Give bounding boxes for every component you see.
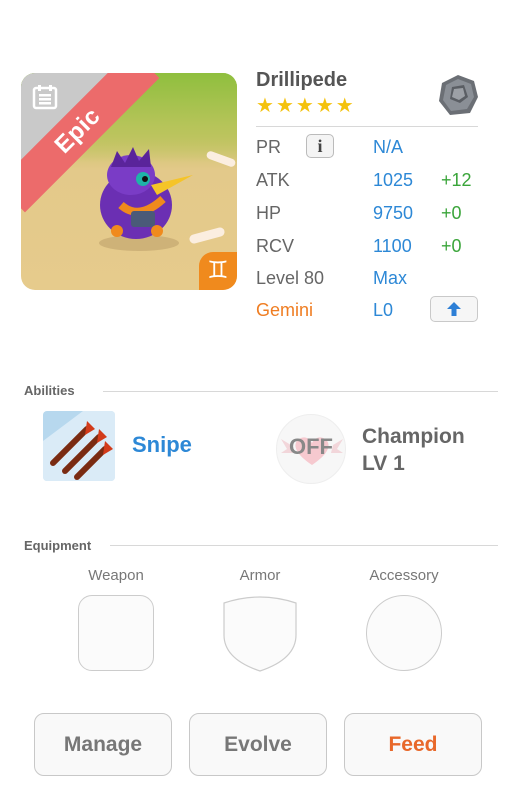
stats-divider	[256, 126, 478, 127]
leader-skill-status: OFF	[289, 434, 333, 459]
pr-label: PR	[256, 137, 282, 157]
gemini-zodiac-icon: ♊	[199, 252, 237, 290]
armor-label: Armor	[239, 567, 281, 584]
atk-label: ATK	[256, 170, 290, 190]
level-label: Level 80	[256, 268, 325, 288]
leader-skill-title: Champion	[362, 425, 465, 448]
abilities-divider	[103, 391, 498, 392]
active-skill-name[interactable]: Snipe	[132, 432, 192, 458]
armor-slot[interactable]	[222, 595, 298, 673]
feed-button[interactable]: Feed	[344, 713, 482, 776]
info-button[interactable]: i	[306, 134, 334, 158]
weapon-label: Weapon	[88, 567, 144, 584]
card-type-icon	[32, 85, 58, 110]
rcv-label: RCV	[256, 236, 295, 256]
arrow-up-icon	[447, 302, 461, 316]
star-icon: ★	[275, 95, 294, 117]
level-value: Max	[373, 268, 408, 288]
equipment-title: Equipment	[24, 538, 92, 553]
leader-skill-name[interactable]: Champion LV 1	[362, 423, 465, 477]
hp-value: 9750	[373, 203, 414, 223]
rcv-value: 1100	[373, 236, 412, 256]
accessory-label: Accessory	[369, 567, 439, 584]
rcv-bonus: +0	[441, 236, 462, 256]
hp-bonus: +0	[441, 203, 462, 223]
accessory-slot[interactable]	[366, 595, 442, 671]
zodiac-label: Gemini	[256, 300, 314, 320]
atk-bonus: +12	[441, 170, 472, 190]
equipment-divider	[110, 545, 498, 546]
pr-value: N/A	[373, 137, 404, 157]
star-icon: ★	[335, 95, 354, 117]
star-icon: ★	[315, 95, 334, 117]
star-rating: ★ ★ ★ ★ ★	[256, 96, 354, 116]
star-icon: ★	[256, 95, 274, 117]
manage-button[interactable]: Manage	[34, 713, 172, 776]
evolve-button[interactable]: Evolve	[189, 713, 327, 776]
monster-name: Drillipede	[256, 69, 348, 91]
leader-skill-level: LV 1	[362, 452, 405, 475]
stone-element-icon[interactable]	[436, 73, 480, 117]
hp-label: HP	[256, 203, 282, 223]
abilities-title: Abilities	[24, 383, 75, 398]
monster-portrait[interactable]: Epic ♊	[21, 73, 237, 290]
star-icon: ★	[295, 95, 314, 117]
zodiac-upgrade-button[interactable]	[430, 296, 478, 322]
atk-value: 1025	[373, 170, 414, 190]
weapon-slot[interactable]	[78, 595, 154, 671]
zodiac-level-value: L0	[373, 300, 394, 320]
snipe-arrows-icon[interactable]	[43, 411, 115, 481]
